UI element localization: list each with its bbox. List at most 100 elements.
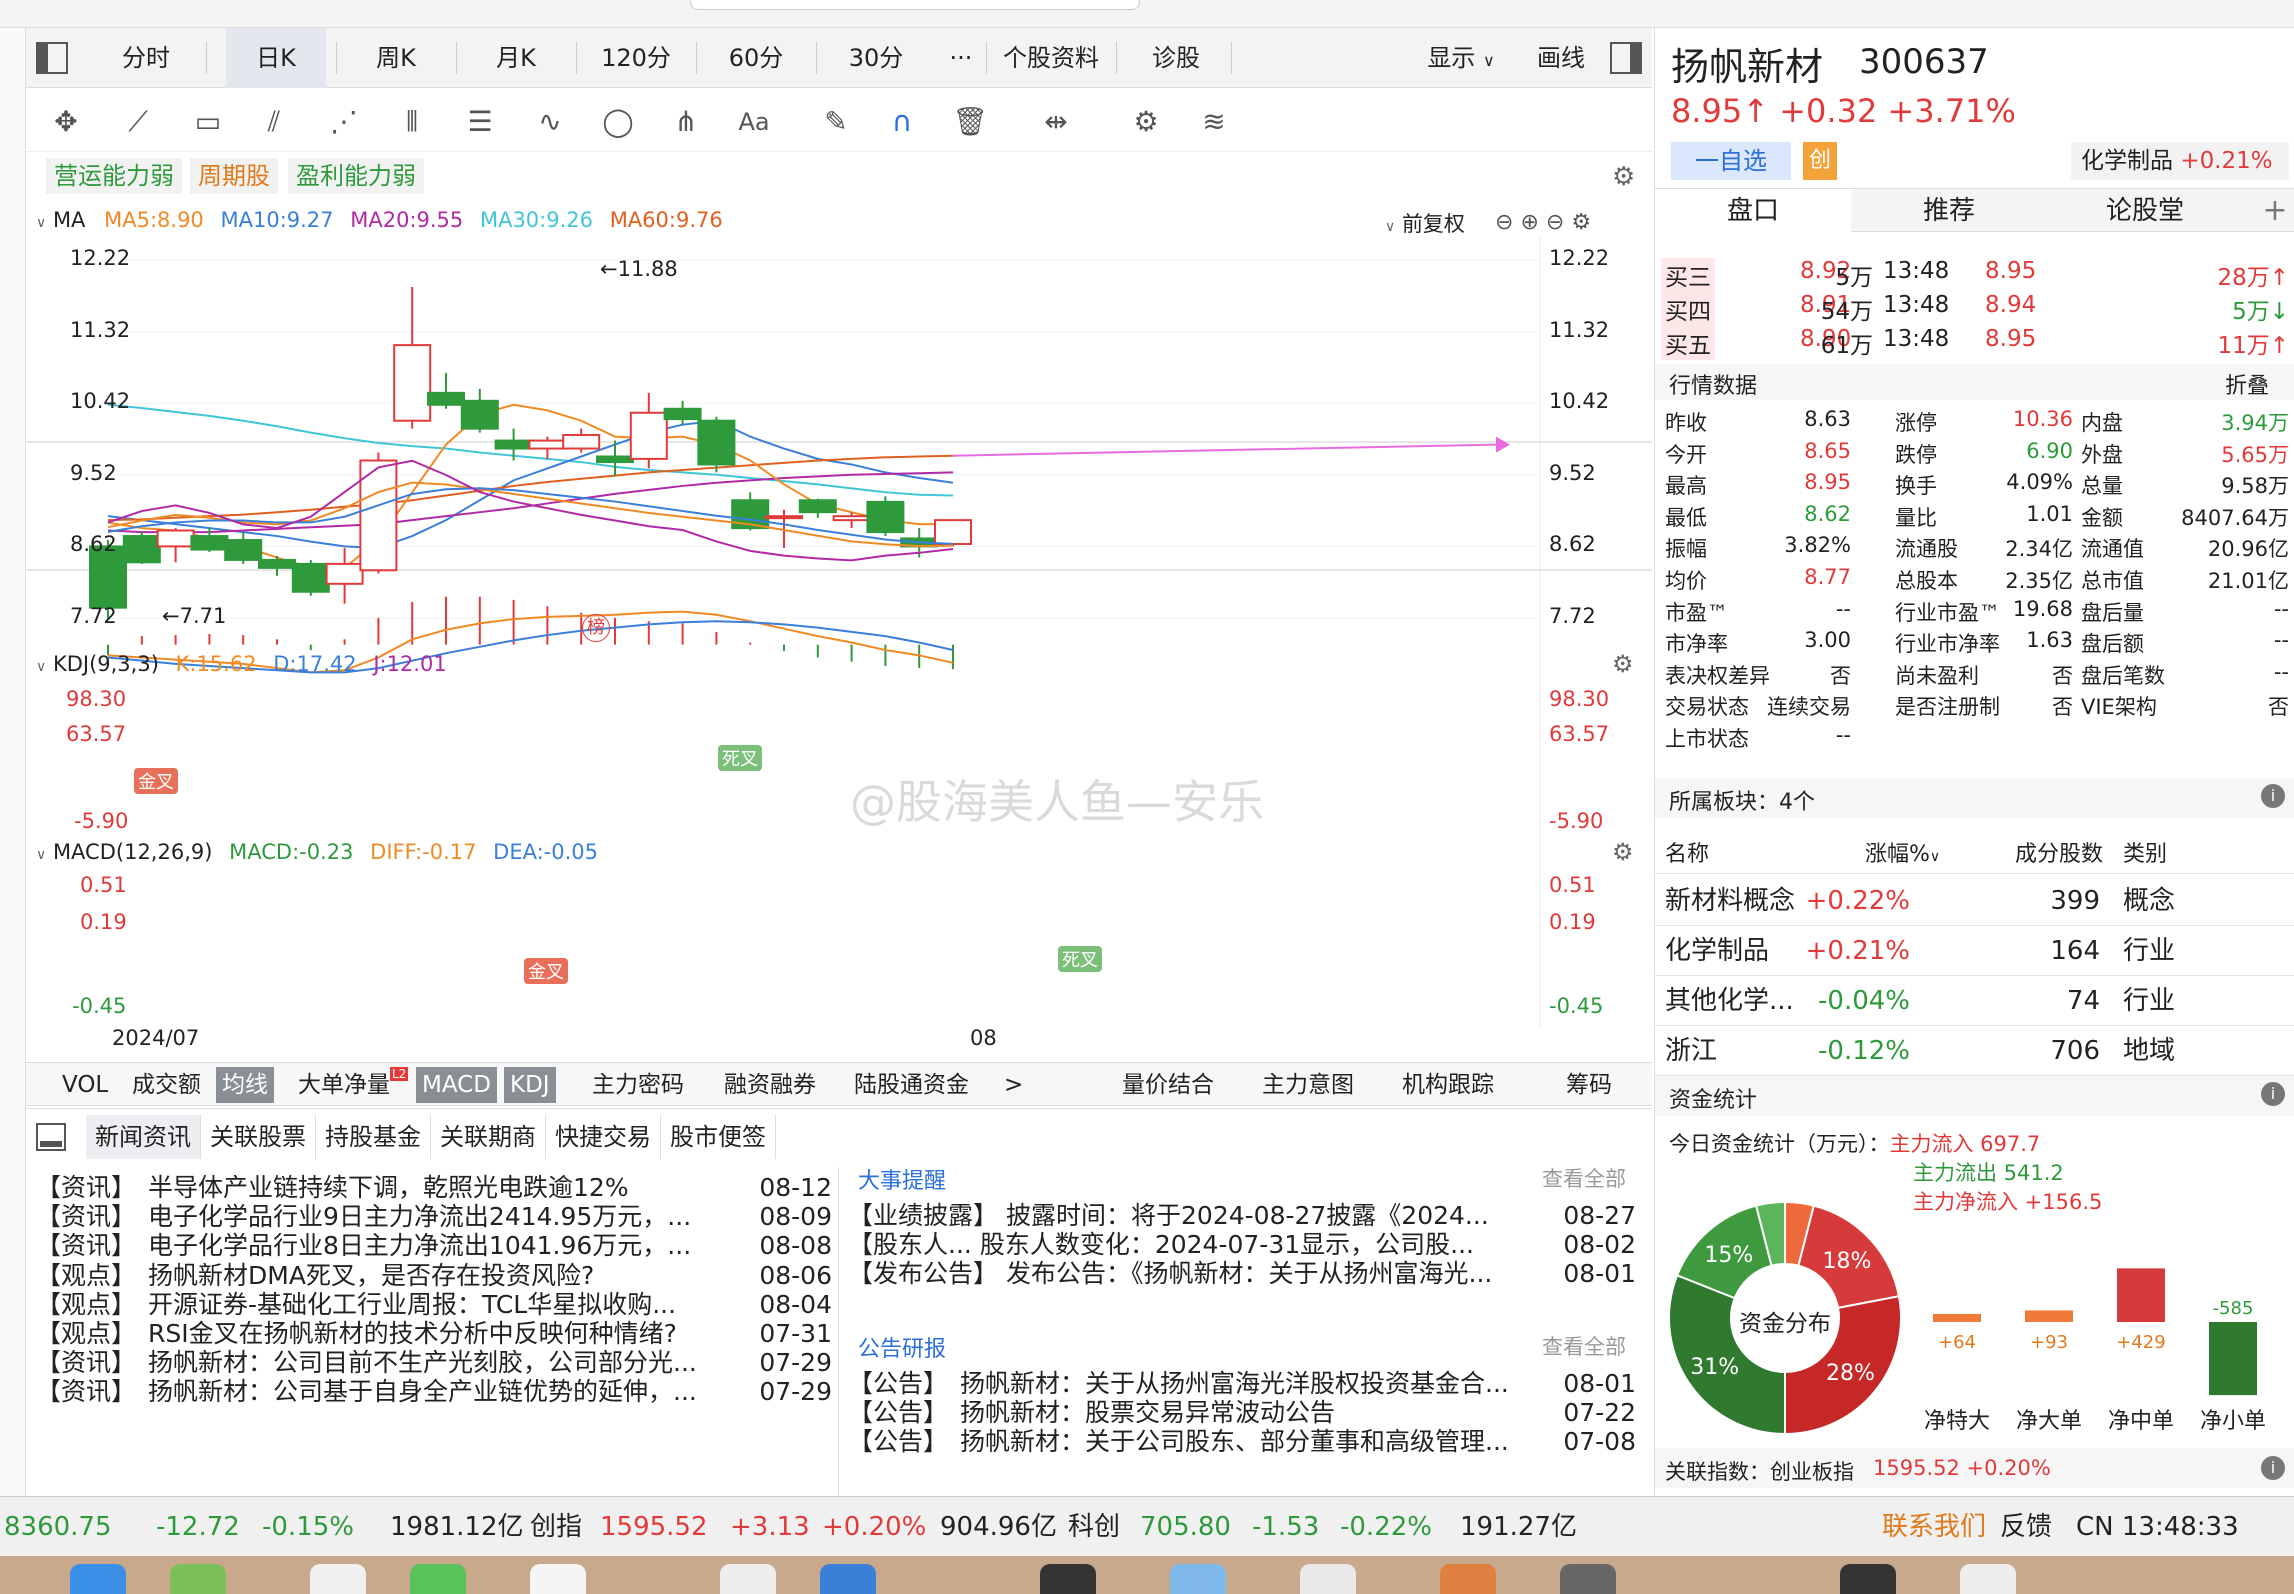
tab-recommend[interactable]: 推荐: [1851, 189, 2047, 233]
ind-tab-macd[interactable]: MACD: [416, 1067, 497, 1103]
wave-icon[interactable]: ∿: [530, 102, 570, 142]
tag-operating-weak[interactable]: 营运能力弱: [46, 158, 182, 194]
news-tab-futures[interactable]: 关联期商: [431, 1115, 546, 1159]
macd-gear-icon[interactable]: ⚙: [1612, 838, 1634, 866]
candle-body[interactable]: [528, 439, 567, 450]
ind-tab-ma[interactable]: 均线: [216, 1067, 274, 1103]
fund-info-icon[interactable]: i: [2261, 1082, 2285, 1106]
pitchfork-icon[interactable]: ⋔: [666, 102, 706, 142]
news-item[interactable]: 【资讯】 电子化学品行业9日主力净流出2414.95万元，... 08-09: [36, 1202, 836, 1231]
dock-app-icon[interactable]: [70, 1564, 126, 1594]
news-item[interactable]: 【观点】 开源证券-基础化工行业周报：TCL华星拟收购... 08-04: [36, 1290, 836, 1319]
orderbook-row[interactable]: 买三 8.92 5万 13:48 8.95 28万↑: [1655, 254, 2294, 292]
candle-body[interactable]: [494, 439, 533, 450]
tab-orderbook[interactable]: 盘口: [1655, 189, 1851, 233]
magnet-icon[interactable]: ∩: [882, 102, 922, 142]
news-tab-related-stocks[interactable]: 关联股票: [201, 1115, 316, 1159]
add-tab-icon[interactable]: +: [2255, 189, 2294, 233]
eraser-icon[interactable]: ✎: [816, 102, 856, 142]
news-item[interactable]: 【资讯】 扬帆新材：公司基于自身全产业链优势的延伸，... 07-29: [36, 1377, 836, 1406]
ind-tab-price-volume[interactable]: 量价结合: [1116, 1067, 1220, 1103]
candle-body[interactable]: [291, 562, 330, 593]
candle-body[interactable]: [866, 500, 905, 534]
candle-body[interactable]: [832, 515, 871, 522]
candle-body[interactable]: [393, 344, 432, 422]
orderbook-row[interactable]: 买四 8.91 54万 13:48 8.94 5万↓: [1655, 288, 2294, 326]
more-tabs-button[interactable]: ···: [936, 28, 986, 88]
news-tab-quick-trade[interactable]: 快捷交易: [546, 1115, 661, 1159]
dock-app-icon[interactable]: [1300, 1564, 1356, 1594]
industry-chip[interactable]: 化学制品 +0.21%: [2071, 142, 2289, 180]
event-item[interactable]: 【发布公告】 发布公告：《扬帆新材：关于从扬州富海光... 08-01: [848, 1259, 1648, 1288]
news-item[interactable]: 【资讯】 电子化学品行业8日主力净流出1041.96万元，... 08-08: [36, 1231, 836, 1260]
tab-diagnose[interactable]: 诊股: [1126, 28, 1226, 88]
move-icon[interactable]: ✥: [46, 102, 86, 142]
research-item[interactable]: 【公告】 扬帆新材：关于公司股东、部分董事和高级管理... 07-08: [848, 1427, 1648, 1456]
events-view-all-link[interactable]: 查看全部: [1542, 1163, 1626, 1193]
zoom-out-icon[interactable]: ⊖: [1495, 210, 1513, 235]
dock-app-icon[interactable]: [170, 1564, 226, 1594]
candle-body[interactable]: [427, 391, 465, 406]
dock-app-icon[interactable]: [720, 1564, 776, 1594]
event-item[interactable]: 【股东人... 股东人数变化：2024-07-31显示，公司股... 08-02: [848, 1230, 1648, 1259]
right-panel-toggle-icon[interactable]: [1610, 42, 1642, 74]
related-info-icon[interactable]: i: [2261, 1456, 2285, 1480]
candle-body[interactable]: [798, 499, 837, 514]
search-box-edge[interactable]: [690, 0, 1140, 10]
news-item[interactable]: 【资讯】 半导体产业链持续下调，乾照光电跌逾12% 08-12: [36, 1173, 836, 1202]
dock-app-icon[interactable]: [1560, 1564, 1616, 1594]
candle-body[interactable]: [934, 519, 972, 546]
candle-body[interactable]: [156, 529, 195, 548]
channel-icon[interactable]: ⋰: [324, 102, 364, 142]
kline-chart[interactable]: [26, 236, 1652, 1062]
news-tab-notes[interactable]: 股市便签: [661, 1115, 776, 1159]
tab-forum[interactable]: 论股堂: [2047, 189, 2243, 233]
info-icon[interactable]: i: [2261, 784, 2285, 808]
candle-body[interactable]: [697, 419, 736, 466]
ind-tab-kdj[interactable]: KDJ: [504, 1067, 556, 1103]
dock-app-icon[interactable]: [1440, 1564, 1496, 1594]
tab-60min[interactable]: 60分: [706, 28, 806, 88]
ind-tab-main-code[interactable]: 主力密码: [586, 1067, 690, 1103]
news-tab-news[interactable]: 新闻资讯: [86, 1115, 201, 1159]
tab-week-k[interactable]: 周K: [346, 28, 446, 88]
bang-badge[interactable]: 榜: [582, 614, 610, 642]
plate-row[interactable]: 新材料概念 +0.22% 399 概念: [1655, 876, 2294, 926]
tag-profit-weak[interactable]: 盈利能力弱: [288, 158, 424, 194]
dock-app-icon[interactable]: [1960, 1564, 2016, 1594]
candle-body[interactable]: [460, 399, 499, 430]
line-segment-icon[interactable]: ⟋: [118, 102, 158, 142]
rectangle-icon[interactable]: ▭: [188, 102, 228, 142]
dock-app-icon[interactable]: [530, 1564, 586, 1594]
ind-tab-big-order[interactable]: 大单净量: [292, 1067, 396, 1103]
ind-tab-amount[interactable]: 成交额: [126, 1067, 207, 1103]
research-item[interactable]: 【公告】 扬帆新材：关于从扬州富海光洋股权投资基金合... 08-01: [848, 1369, 1648, 1398]
news-item[interactable]: 【观点】 RSI金叉在扬帆新材的技术分析中反映何种情绪? 07-31: [36, 1319, 836, 1348]
orderbook-row[interactable]: 买五 8.90 61万 13:48 8.95 11万↑: [1655, 322, 2294, 360]
candle-body[interactable]: [663, 407, 702, 421]
layers-icon[interactable]: ≋: [1194, 102, 1234, 142]
ind-tab-institution[interactable]: 机构跟踪: [1396, 1067, 1500, 1103]
tab-fenshi[interactable]: 分时: [96, 28, 196, 88]
tab-30min[interactable]: 30分: [826, 28, 926, 88]
trash-icon[interactable]: 🗑: [950, 102, 990, 142]
adjust-dropdown[interactable]: ∨ 前复权: [1385, 208, 1465, 238]
tab-month-k[interactable]: 月K: [466, 28, 566, 88]
ind-tab-hk-connect[interactable]: 陆股通资金: [848, 1067, 975, 1103]
plate-row[interactable]: 浙江 -0.12% 706 地域: [1655, 1026, 2294, 1076]
candle-body[interactable]: [224, 539, 263, 561]
ind-tab-more[interactable]: >: [998, 1067, 1029, 1103]
dock-app-icon[interactable]: [1170, 1564, 1226, 1594]
candle-body[interactable]: [596, 455, 634, 464]
dock-app-icon[interactable]: [820, 1564, 876, 1594]
news-panel-toggle-icon[interactable]: [36, 1123, 66, 1151]
feedback-link[interactable]: 反馈: [2000, 1497, 2052, 1557]
candle-body[interactable]: [325, 562, 364, 585]
research-view-all-link[interactable]: 查看全部: [1542, 1331, 1626, 1361]
dock-app-icon[interactable]: [310, 1564, 366, 1594]
news-tab-funds[interactable]: 持股基金: [316, 1115, 431, 1159]
panel-toggle-icon[interactable]: [36, 42, 68, 74]
quote-fold-button[interactable]: 折叠: [2225, 368, 2269, 400]
news-item[interactable]: 【资讯】 扬帆新材：公司目前不生产光刻胶，公司部分光... 07-29: [36, 1348, 836, 1377]
dock-app-icon[interactable]: [1040, 1564, 1096, 1594]
